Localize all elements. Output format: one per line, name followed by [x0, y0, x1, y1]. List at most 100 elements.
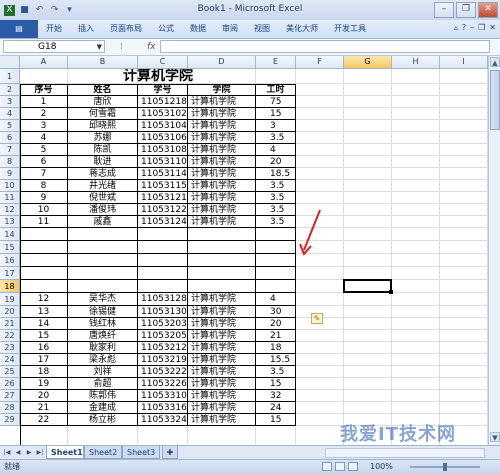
column-title-cell[interactable]: 学院	[188, 84, 256, 96]
table-cell[interactable]: 陈郭伟	[68, 390, 138, 402]
table-cell[interactable]: 蒋志成	[68, 168, 138, 180]
table-cell[interactable]: 梁永彪	[68, 354, 138, 366]
table-cell[interactable]: 3.5	[256, 132, 296, 144]
empty-cell[interactable]	[68, 267, 138, 280]
table-cell[interactable]: 计算机学院	[188, 342, 256, 354]
table-cell[interactable]: 计算机学院	[188, 354, 256, 366]
table-cell[interactable]: 计算机学院	[188, 168, 256, 180]
table-cell[interactable]: 计算机学院	[188, 180, 256, 192]
row-header[interactable]: 28	[0, 402, 20, 414]
row-header[interactable]: 5	[0, 120, 20, 132]
empty-cell[interactable]	[256, 280, 296, 293]
table-cell[interactable]: 俞超	[68, 378, 138, 390]
table-cell[interactable]: 10	[20, 204, 68, 216]
row-header[interactable]: 27	[0, 390, 20, 402]
row-header[interactable]: 22	[0, 330, 20, 342]
table-cell[interactable]: 计算机学院	[188, 402, 256, 414]
column-header[interactable]: C	[138, 56, 188, 69]
table-cell[interactable]: 3	[256, 120, 296, 132]
close-button[interactable]: ✕	[478, 2, 498, 18]
table-cell[interactable]: 8	[20, 180, 68, 192]
table-cell[interactable]: 11053219	[138, 354, 188, 366]
table-cell[interactable]: 计算机学院	[188, 318, 256, 330]
empty-cell[interactable]	[256, 267, 296, 280]
table-cell[interactable]: 11053324	[138, 414, 188, 426]
row-header[interactable]: 18	[0, 280, 20, 293]
table-cell[interactable]: 1	[20, 96, 68, 108]
table-cell[interactable]: 18.5	[256, 168, 296, 180]
worksheet-grid[interactable]: 计算机学院 序号 姓名 学号 学院 工时 1 唐欣 11051218 计算机学院 75 2 何雪霜 110…	[20, 69, 488, 445]
zoom-level[interactable]: 100%	[370, 461, 393, 473]
table-cell[interactable]: 13	[20, 306, 68, 318]
paste-options-icon[interactable]: ✎	[311, 313, 323, 324]
table-cell[interactable]: 22	[20, 414, 68, 426]
empty-cell[interactable]	[68, 228, 138, 241]
empty-cell[interactable]	[138, 254, 188, 267]
ribbon-tab[interactable]: 数据	[182, 20, 214, 38]
table-cell[interactable]: 11053108	[138, 144, 188, 156]
empty-cell[interactable]	[256, 254, 296, 267]
empty-cell[interactable]	[20, 254, 68, 267]
table-cell[interactable]: 11053222	[138, 366, 188, 378]
table-cell[interactable]: 18	[256, 342, 296, 354]
last-sheet-icon[interactable]: ▶|	[35, 447, 45, 458]
table-cell[interactable]: 计算机学院	[188, 96, 256, 108]
empty-cell[interactable]	[138, 241, 188, 254]
table-cell[interactable]: 徐锡健	[68, 306, 138, 318]
empty-cell[interactable]	[188, 254, 256, 267]
table-cell[interactable]: 11053316	[138, 402, 188, 414]
table-cell[interactable]: 11053121	[138, 192, 188, 204]
row-header[interactable]: 14	[0, 228, 20, 241]
page-break-view-icon[interactable]	[348, 462, 358, 471]
table-cell[interactable]: 4	[256, 144, 296, 156]
column-header[interactable]: I	[440, 56, 488, 69]
row-header[interactable]: 20	[0, 306, 20, 318]
empty-cell[interactable]	[188, 241, 256, 254]
row-header[interactable]: 12	[0, 204, 20, 216]
column-title-cell[interactable]: 工时	[256, 84, 296, 96]
table-cell[interactable]: 3	[20, 120, 68, 132]
table-cell[interactable]: 计算机学院	[188, 293, 256, 306]
table-cell[interactable]: 11053124	[138, 216, 188, 228]
table-cell[interactable]: 3.5	[256, 204, 296, 216]
table-cell[interactable]: 计算机学院	[188, 120, 256, 132]
row-header[interactable]: 29	[0, 414, 20, 426]
table-cell[interactable]: 7	[20, 168, 68, 180]
empty-cell[interactable]	[68, 254, 138, 267]
minimize-button[interactable]: –	[434, 2, 454, 18]
empty-cell[interactable]	[20, 280, 68, 293]
zoom-slider-knob[interactable]	[443, 463, 447, 471]
table-cell[interactable]: 5	[20, 144, 68, 156]
table-cell[interactable]: 11053128	[138, 293, 188, 306]
row-header[interactable]: 24	[0, 354, 20, 366]
insert-sheet-icon[interactable]: ✚	[162, 446, 178, 459]
table-cell[interactable]: 3.5	[256, 216, 296, 228]
scroll-down-icon[interactable]: ▼	[490, 432, 500, 442]
table-cell[interactable]: 11053130	[138, 306, 188, 318]
row-header[interactable]: 23	[0, 342, 20, 354]
column-header[interactable]: A	[20, 56, 68, 69]
page-layout-view-icon[interactable]	[335, 462, 345, 471]
empty-cell[interactable]	[188, 280, 256, 293]
column-title-cell[interactable]: 序号	[20, 84, 68, 96]
table-cell[interactable]: 计算机学院	[188, 390, 256, 402]
workbook-close-icon[interactable]: ✕	[489, 23, 496, 32]
table-cell[interactable]: 15	[256, 378, 296, 390]
row-header[interactable]: 19	[0, 293, 20, 306]
table-cell[interactable]: 11053115	[138, 180, 188, 192]
table-cell[interactable]: 唐欣	[68, 96, 138, 108]
table-cell[interactable]: 4	[256, 293, 296, 306]
empty-cell[interactable]	[188, 267, 256, 280]
vertical-scrollbar[interactable]: ▲ ▼	[488, 56, 500, 445]
table-cell[interactable]: 11053106	[138, 132, 188, 144]
row-header[interactable]: 4	[0, 108, 20, 120]
column-header[interactable]: D	[188, 56, 256, 69]
table-cell[interactable]: 20	[20, 390, 68, 402]
column-title-cell[interactable]: 姓名	[68, 84, 138, 96]
row-header[interactable]: 8	[0, 156, 20, 168]
table-cell[interactable]: 3.5	[256, 192, 296, 204]
first-sheet-icon[interactable]: |◀	[2, 447, 12, 458]
table-cell[interactable]: 计算机学院	[188, 306, 256, 318]
ribbon-tab[interactable]: 开始	[38, 20, 70, 38]
table-cell[interactable]: 陈凯	[68, 144, 138, 156]
